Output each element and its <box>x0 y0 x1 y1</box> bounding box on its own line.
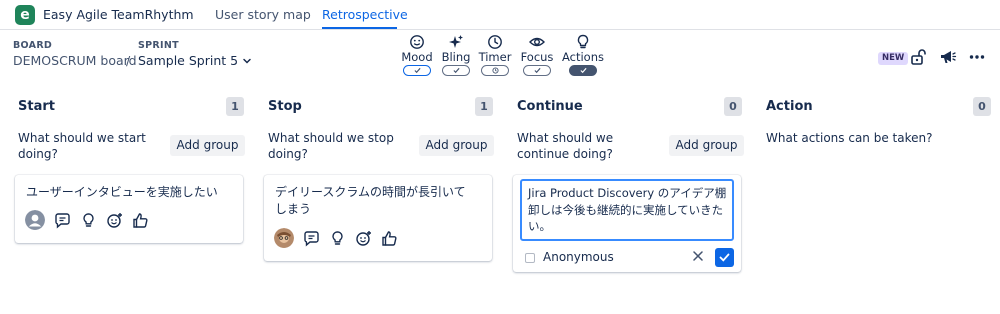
tool-actions-label: Actions <box>561 50 604 64</box>
tool-timer[interactable]: Timer <box>473 34 517 76</box>
column-count-action: 0 <box>973 97 991 116</box>
column-title-action: Action <box>766 99 813 114</box>
column-title-continue: Continue <box>517 99 583 114</box>
tool-timer-label: Timer <box>478 50 512 64</box>
tab-user-story-map[interactable]: User story map <box>215 7 311 22</box>
card-text-editor[interactable]: Jira Product Discovery のアイデア棚卸しは今後も継続的に実… <box>520 179 734 241</box>
card-stop[interactable]: デイリースクラムの時間が長引いてしまう <box>264 175 492 261</box>
column-title-start: Start <box>18 99 55 114</box>
card-start[interactable]: ユーザーインタビューを実施したい <box>15 175 243 243</box>
tool-bling-label: Bling <box>441 50 471 64</box>
column-prompt-action: What actions can be taken? <box>766 131 933 145</box>
card-text-input[interactable]: Jira Product Discovery のアイデア棚卸しは今後も継続的に実… <box>528 185 728 235</box>
lightbulb-icon <box>577 34 589 49</box>
sprint-dropdown[interactable]: Sample Sprint 5 <box>138 53 252 68</box>
sprint-label: SPRINT <box>138 40 179 51</box>
top-nav: e Easy Agile TeamRhythm User story map R… <box>0 0 1000 30</box>
unlock-icon[interactable] <box>909 48 927 66</box>
app-logo-letter: e <box>20 7 30 23</box>
clock-small-icon <box>492 67 499 74</box>
tool-bling[interactable]: Bling <box>434 34 478 76</box>
column-count-start: 1 <box>226 97 244 116</box>
megaphone-icon[interactable] <box>939 48 957 66</box>
card-actions <box>274 228 398 248</box>
more-options-icon[interactable] <box>968 48 986 66</box>
column-title-stop: Stop <box>268 99 302 114</box>
app-title[interactable]: Easy Agile TeamRhythm <box>43 7 194 22</box>
mood-toggle[interactable] <box>403 65 431 76</box>
close-icon[interactable] <box>692 250 704 262</box>
check-icon <box>534 67 541 74</box>
save-card-button[interactable] <box>715 248 734 267</box>
sparkle-icon <box>449 35 463 48</box>
tool-focus[interactable]: Focus <box>515 34 559 76</box>
lightbulb-icon[interactable] <box>80 212 97 229</box>
app-logo[interactable]: e <box>15 5 35 25</box>
add-reaction-icon[interactable] <box>106 212 123 229</box>
comment-icon[interactable] <box>54 212 71 229</box>
column-prompt-start: What should we start doing? <box>18 131 146 161</box>
card-actions <box>25 210 149 230</box>
column-prompt-stop: What should we stop doing? <box>268 131 394 161</box>
check-icon <box>453 67 460 74</box>
focus-toggle[interactable] <box>523 65 551 76</box>
add-group-button-stop[interactable]: Add group <box>419 135 494 156</box>
actions-toggle[interactable] <box>569 65 597 76</box>
user-avatar-icon <box>274 228 294 248</box>
add-group-button-start[interactable]: Add group <box>170 135 245 156</box>
card-text: デイリースクラムの時間が長引いてしまう <box>275 185 466 216</box>
thumbs-up-icon[interactable] <box>381 230 398 247</box>
anonymous-checkbox[interactable] <box>525 253 535 263</box>
check-icon <box>580 67 587 74</box>
sprint-name: Sample Sprint 5 <box>138 53 239 68</box>
new-badge: NEW <box>878 52 909 65</box>
board-link[interactable]: DEMOSCRUM board <box>13 53 137 68</box>
chevron-down-icon <box>243 58 251 64</box>
smile-icon <box>410 35 424 49</box>
check-icon <box>414 67 421 74</box>
tool-actions[interactable]: Actions <box>561 34 605 76</box>
column-prompt-continue: What should we continue doing? <box>517 131 614 161</box>
add-reaction-icon[interactable] <box>355 230 372 247</box>
timer-toggle[interactable] <box>481 65 509 76</box>
active-tab-indicator <box>322 27 397 29</box>
bling-toggle[interactable] <box>442 65 470 76</box>
add-group-button-continue[interactable]: Add group <box>669 135 744 156</box>
tool-focus-label: Focus <box>520 50 554 64</box>
comment-icon[interactable] <box>303 230 320 247</box>
anonymous-avatar-icon <box>25 210 45 230</box>
tab-retrospective[interactable]: Retrospective <box>322 7 408 22</box>
board-label: BOARD <box>13 40 53 51</box>
column-count-stop: 1 <box>475 97 493 116</box>
anonymous-label: Anonymous <box>543 250 614 264</box>
eye-icon <box>529 37 545 47</box>
breadcrumb-separator: / <box>126 53 131 68</box>
check-icon <box>719 253 730 262</box>
clock-icon <box>488 35 502 49</box>
tool-mood[interactable]: Mood <box>395 34 439 76</box>
column-count-continue: 0 <box>724 97 742 116</box>
lightbulb-icon[interactable] <box>329 230 346 247</box>
card-text: ユーザーインタビューを実施したい <box>26 185 218 199</box>
thumbs-up-icon[interactable] <box>132 212 149 229</box>
tool-mood-label: Mood <box>401 50 433 64</box>
